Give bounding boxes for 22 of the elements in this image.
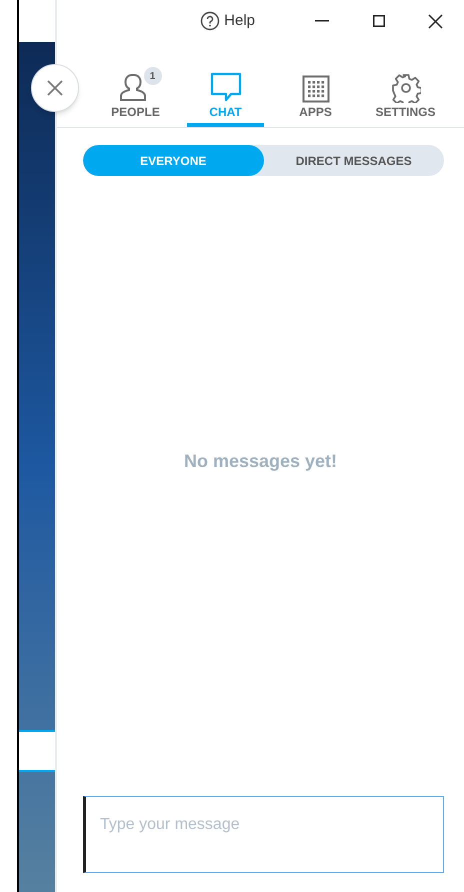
speech-bubble-icon [210, 71, 242, 103]
tab[interactable]: 1 PEOPLE [97, 59, 174, 127]
empty-message: No messages yet! [184, 450, 338, 473]
close-icon [47, 80, 63, 96]
tab-label: SETTINGS [375, 106, 436, 118]
help-button[interactable]: Help [200, 10, 255, 32]
message-input[interactable]: Type your message [83, 796, 444, 873]
segment-tab[interactable]: DIRECT MESSAGES [264, 145, 444, 176]
settings-icon [390, 73, 420, 103]
close-panel-button[interactable] [31, 64, 79, 112]
tab-label: CHAT [209, 106, 242, 118]
maximize-icon [372, 15, 384, 27]
tab[interactable]: APPS [277, 59, 354, 127]
minimize-icon [314, 20, 328, 22]
help-icon [200, 11, 220, 31]
tab[interactable]: SETTINGS [367, 59, 444, 127]
tab-label: APPS [299, 106, 332, 118]
tab-label: PEOPLE [111, 106, 160, 118]
side-panel-tab[interactable] [19, 730, 55, 772]
close-icon [428, 14, 443, 28]
count-badge: 1 [144, 67, 162, 85]
grid-icon [302, 75, 330, 103]
